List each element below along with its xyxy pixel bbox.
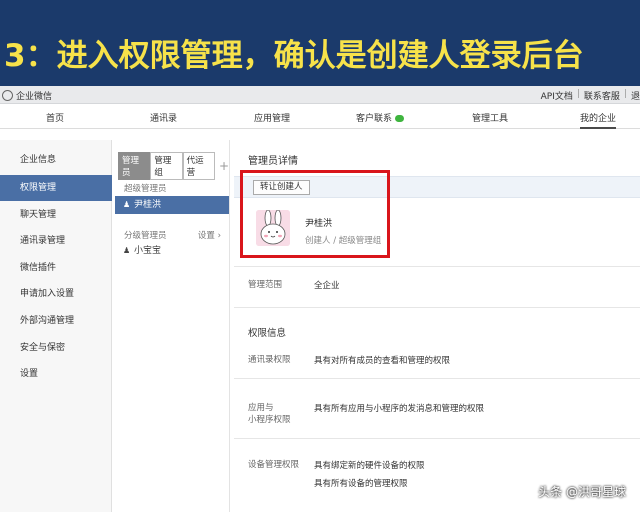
permission-label: 应用与 小程序权限	[248, 403, 291, 425]
separator: |	[623, 89, 627, 99]
api-docs-link[interactable]: API文档	[541, 89, 573, 102]
logout-link[interactable]: 退	[631, 89, 640, 102]
permission-value: 具有所有设备的管理权限	[314, 479, 408, 489]
separator: |	[576, 89, 580, 99]
divider	[234, 378, 640, 379]
sub-admin-settings-link[interactable]: 设置 ›	[198, 229, 221, 241]
admin-role: 创建人 / 超级管理组	[305, 236, 382, 246]
detail-action-bar: 转让创建人	[234, 176, 640, 198]
tutorial-banner: 3：进入权限管理，确认是创建人登录后台	[0, 0, 640, 86]
sidebar-item-wechat-plugin[interactable]: 微信插件	[0, 255, 112, 281]
admin-tabs: 管理员 管理组 代运营 +	[118, 152, 229, 180]
sidebar-item-settings[interactable]: 设置	[0, 361, 112, 387]
nav-management-tools[interactable]: 管理工具	[472, 111, 508, 124]
divider	[234, 307, 640, 308]
top-links: API文档 | 联系客服 | 退	[541, 89, 640, 102]
transfer-creator-button[interactable]: 转让创建人	[253, 180, 310, 195]
nav-customer-contact-label: 客户联系	[356, 114, 393, 124]
sidebar-item-security[interactable]: 安全与保密	[0, 335, 112, 361]
sidebar-item-contacts-management[interactable]: 通讯录管理	[0, 228, 112, 254]
sidebar-item-permissions[interactable]: 权限管理	[0, 175, 112, 201]
nav-customer-contact[interactable]: 客户联系	[356, 111, 405, 124]
scope-label: 管理范围	[248, 280, 283, 290]
tab-admins[interactable]: 管理员	[118, 152, 151, 180]
admin-list-panel: 管理员 管理组 代运营 + 超级管理员 ♟ 尹桂洪 分级管理员 设置 › ♟ 小宝宝	[115, 140, 230, 512]
person-icon: ♟	[123, 200, 131, 209]
nav-home[interactable]: 首页	[46, 111, 64, 124]
admin-name: 尹桂洪	[305, 219, 333, 229]
permission-label: 设备管理权限	[248, 460, 300, 470]
avatar	[256, 210, 290, 246]
sub-admin-label: 分级管理员	[124, 231, 167, 241]
detail-title: 管理员详情	[248, 156, 298, 167]
wechat-icon	[395, 115, 405, 122]
contact-support-link[interactable]: 联系客服	[584, 89, 620, 102]
super-admin-label: 超级管理员	[124, 184, 167, 194]
nav-my-enterprise[interactable]: 我的企业	[580, 111, 617, 129]
person-icon: ♟	[123, 246, 131, 255]
logo-text: 企业微信	[16, 92, 53, 102]
scope-value: 全企业	[314, 281, 340, 291]
tab-admin-groups[interactable]: 管理组	[150, 152, 183, 180]
list-item[interactable]: ♟ 尹桂洪	[115, 196, 229, 214]
sidebar-item-join-settings[interactable]: 申请加入设置	[0, 281, 112, 307]
sidebar-item-external-communication[interactable]: 外部沟通管理	[0, 308, 112, 334]
list-item[interactable]: ♟ 小宝宝	[115, 242, 229, 260]
member-name: 尹桂洪	[134, 200, 162, 210]
sidebar-item-enterprise-info[interactable]: 企业信息	[0, 147, 112, 173]
sidebar-item-chat-management[interactable]: 聊天管理	[0, 202, 112, 228]
nav-app-management[interactable]: 应用管理	[254, 111, 290, 124]
divider	[234, 266, 640, 267]
divider	[234, 438, 640, 439]
tab-operators[interactable]: 代运营	[182, 152, 215, 180]
wecom-logo-icon	[2, 90, 13, 101]
permission-label: 通讯录权限	[248, 355, 291, 365]
banner-text: 3：进入权限管理，确认是创建人登录后台	[4, 38, 584, 74]
member-name: 小宝宝	[134, 246, 162, 256]
permission-value: 具有对所有成员的查看和管理的权限	[314, 356, 451, 366]
add-icon[interactable]: +	[219, 159, 229, 173]
permission-value: 具有绑定新的硬件设备的权限	[314, 461, 425, 471]
top-bar: 企业微信 API文档 | 联系客服 | 退	[0, 86, 640, 104]
main-nav: 首页 通讯录 应用管理 客户联系 管理工具 我的企业	[0, 105, 640, 129]
permission-value: 具有所有应用与小程序的发消息和管理的权限	[314, 404, 485, 414]
watermark: 头条 @洪哥星球	[538, 485, 626, 499]
sidebar: 企业信息 权限管理 聊天管理 通讯录管理 微信插件 申请加入设置 外部沟通管理 …	[0, 140, 112, 512]
nav-contacts[interactable]: 通讯录	[150, 111, 177, 124]
permissions-title: 权限信息	[248, 328, 287, 339]
logo[interactable]: 企业微信	[2, 89, 52, 102]
admin-detail-panel: 管理员详情 转让创建人 尹桂洪 创建人 / 超级管理组 管理范围 全企业 权限信…	[234, 140, 640, 512]
